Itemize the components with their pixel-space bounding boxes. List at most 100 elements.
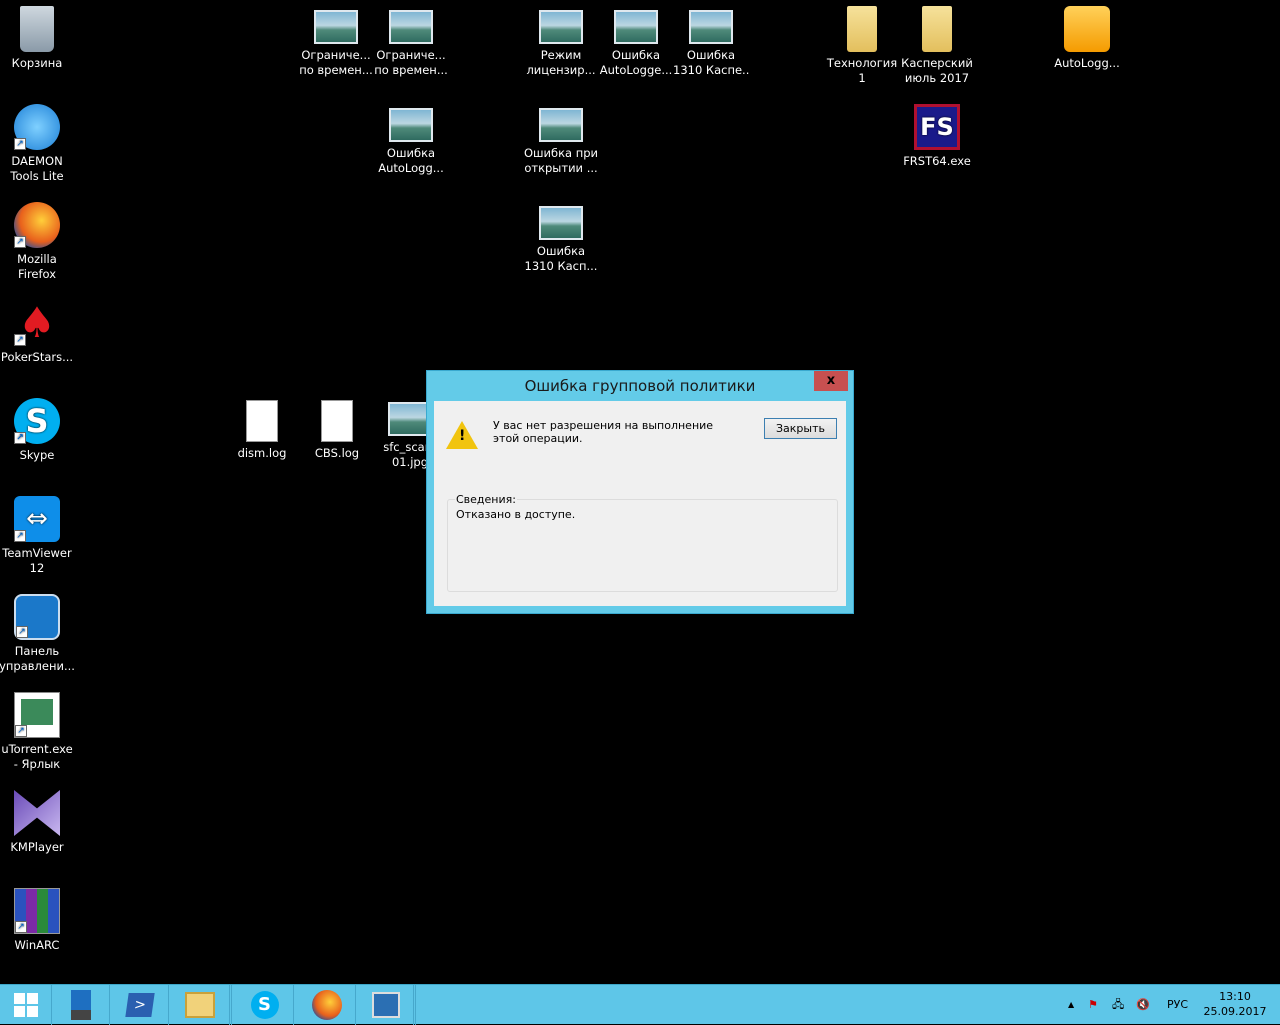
icon-label: uTorrent.exe xyxy=(1,742,73,756)
image-file-icon xyxy=(539,108,583,142)
recycle-bin-icon xyxy=(20,6,54,52)
clock[interactable]: 13:10 25.09.2017 xyxy=(1200,985,1270,1025)
winarc-icon: ↗ xyxy=(14,888,60,934)
details-text: Отказано в доступе. xyxy=(456,508,576,521)
desktop-icon-image[interactable]: Ошибка 1310 Каспе... xyxy=(673,0,749,78)
server-manager-icon xyxy=(70,990,91,1020)
clock-date: 25.09.2017 xyxy=(1203,1005,1267,1018)
desktop-icon-kmplayer[interactable]: KMPlayer xyxy=(0,784,75,855)
desktop-icon-teamviewer[interactable]: ⇔ ↗ TeamViewer 12 xyxy=(0,490,75,576)
autologger-icon xyxy=(1064,6,1110,52)
taskbar-firefox[interactable] xyxy=(298,985,356,1025)
dialog-title: Ошибка групповой политики xyxy=(524,377,756,395)
file-explorer-icon xyxy=(184,992,215,1018)
image-file-icon xyxy=(389,108,433,142)
error-message: У вас нет разрешения на выполнение этой … xyxy=(493,419,714,445)
input-language[interactable]: РУС xyxy=(1167,985,1188,1025)
control-panel-icon xyxy=(371,992,400,1018)
taskbar-skype[interactable]: S xyxy=(236,985,294,1025)
taskbar: > S ▲ ⚑ 🖧 🔇 РУС 13:10 25.09.2017 xyxy=(0,984,1280,1025)
group-policy-error-dialog: Ошибка групповой политики x ! У вас нет … xyxy=(426,370,854,614)
icon-label: CBS.log xyxy=(314,446,360,460)
icon-label: Ошибка при xyxy=(523,146,599,160)
desktop-icon-autologger[interactable]: AutoLogg... xyxy=(1049,0,1125,71)
desktop-icon-text-file[interactable]: dism.log xyxy=(224,392,300,461)
icon-label: KMPlayer xyxy=(10,840,64,854)
desktop-icon-recycle-bin[interactable]: Корзина xyxy=(0,0,75,71)
icon-label: Ограниче... xyxy=(301,48,371,62)
icon-label: Firefox xyxy=(17,267,57,281)
start-button[interactable] xyxy=(0,985,52,1025)
volume-muted-icon[interactable]: 🔇 xyxy=(1136,985,1150,1025)
desktop-icon-winarc[interactable]: ↗ WinARC xyxy=(0,882,75,953)
icon-label: TeamViewer xyxy=(2,546,72,560)
close-button[interactable]: Закрыть xyxy=(764,418,837,439)
desktop-icon-image[interactable]: Режим лицензир... xyxy=(523,0,599,78)
windows-logo-icon xyxy=(13,993,38,1017)
desktop-icon-control-panel[interactable]: ↗ Панель управлени... xyxy=(0,588,75,674)
icon-label: Skype xyxy=(19,448,55,462)
desktop-icon-image[interactable]: Ограниче... по времен... xyxy=(298,0,374,78)
firefox-icon: ↗ xyxy=(14,202,60,248)
desktop-icon-image[interactable]: Ошибка 1310 Касп... xyxy=(523,196,599,274)
icon-label: Ошибка xyxy=(686,48,736,62)
teamviewer-icon: ⇔ ↗ xyxy=(14,496,60,542)
text-file-icon xyxy=(321,400,353,442)
icon-label: Ошибка xyxy=(386,146,436,160)
taskbar-server-manager[interactable] xyxy=(52,985,110,1025)
desktop-icon-utorrent[interactable]: ↗ uTorrent.exe - Ярлык xyxy=(0,686,75,772)
icon-label: - Ярлык xyxy=(13,757,61,771)
dialog-body: ! У вас нет разрешения на выполнение это… xyxy=(434,401,846,606)
icon-label: Ограниче... xyxy=(376,48,446,62)
icon-label: Mozilla xyxy=(17,252,57,266)
icon-label: FRST64.exe xyxy=(903,154,971,168)
image-file-icon xyxy=(539,10,583,44)
icon-label: лицензир... xyxy=(526,63,596,77)
desktop-icon-folder[interactable]: Касперский июль 2017 xyxy=(899,0,975,86)
icon-label: AutoLogg... xyxy=(378,161,444,175)
icon-label: 1310 Касп... xyxy=(524,259,598,273)
daemon-tools-icon: ↗ xyxy=(14,104,60,150)
icon-label: Технология xyxy=(826,56,898,70)
close-window-button[interactable]: x xyxy=(814,371,848,391)
icon-label: Ошибка xyxy=(536,244,586,258)
desktop-icon-frst64[interactable]: FS FRST64.exe xyxy=(899,98,975,169)
folder-icon xyxy=(847,6,877,52)
image-file-icon xyxy=(614,10,658,44)
frst-icon: FS xyxy=(914,104,960,150)
icon-label: dism.log xyxy=(237,446,287,460)
icon-label: по времен... xyxy=(299,63,373,77)
intel-control-panel-icon: ↗ xyxy=(14,594,60,640)
desktop-icon-folder[interactable]: Технология 1 xyxy=(824,0,900,86)
taskbar-explorer[interactable] xyxy=(170,985,232,1025)
desktop-icon-daemon-tools[interactable]: ↗ DAEMON Tools Lite xyxy=(0,98,75,184)
desktop-icon-image[interactable]: Ограниче... по времен... xyxy=(373,0,449,78)
desktop-icon-skype[interactable]: S ↗ Skype xyxy=(0,392,75,463)
icon-label: AutoLogg... xyxy=(1054,56,1120,70)
desktop-icon-firefox[interactable]: ↗ Mozilla Firefox xyxy=(0,196,75,282)
desktop-icon-image[interactable]: Ошибка AutoLogge... xyxy=(598,0,674,78)
utorrent-icon: ↗ xyxy=(14,692,60,738)
image-file-icon xyxy=(539,206,583,240)
icon-label: AutoLogge... xyxy=(599,63,673,77)
icon-label: июль 2017 xyxy=(904,71,970,85)
taskbar-powershell[interactable]: > xyxy=(111,985,169,1025)
action-center-flag-icon[interactable]: ⚑ xyxy=(1088,985,1098,1025)
icon-label: Режим xyxy=(540,48,582,62)
skype-icon: S xyxy=(250,991,279,1019)
image-file-icon xyxy=(314,10,358,44)
icon-label: Tools Lite xyxy=(10,169,64,183)
icon-label: 1 xyxy=(858,71,866,85)
show-hidden-icons-button[interactable]: ▲ xyxy=(1068,985,1074,1025)
desktop-icon-pokerstars[interactable]: ♠ ↗ PokerStars... xyxy=(0,294,75,365)
powershell-icon: > xyxy=(124,993,155,1017)
desktop-icon-image[interactable]: Ошибка AutoLogg... xyxy=(373,98,449,176)
warning-icon: ! xyxy=(446,421,478,449)
desktop-icon-image[interactable]: Ошибка при открытии ... xyxy=(523,98,599,176)
taskbar-control-panel[interactable] xyxy=(358,985,416,1025)
icon-label: Панель xyxy=(14,644,60,658)
skype-icon: S ↗ xyxy=(14,398,60,444)
desktop-icon-text-file[interactable]: CBS.log xyxy=(299,392,375,461)
icon-label: управлени... xyxy=(0,659,75,673)
network-icon[interactable]: 🖧 xyxy=(1112,985,1124,1025)
